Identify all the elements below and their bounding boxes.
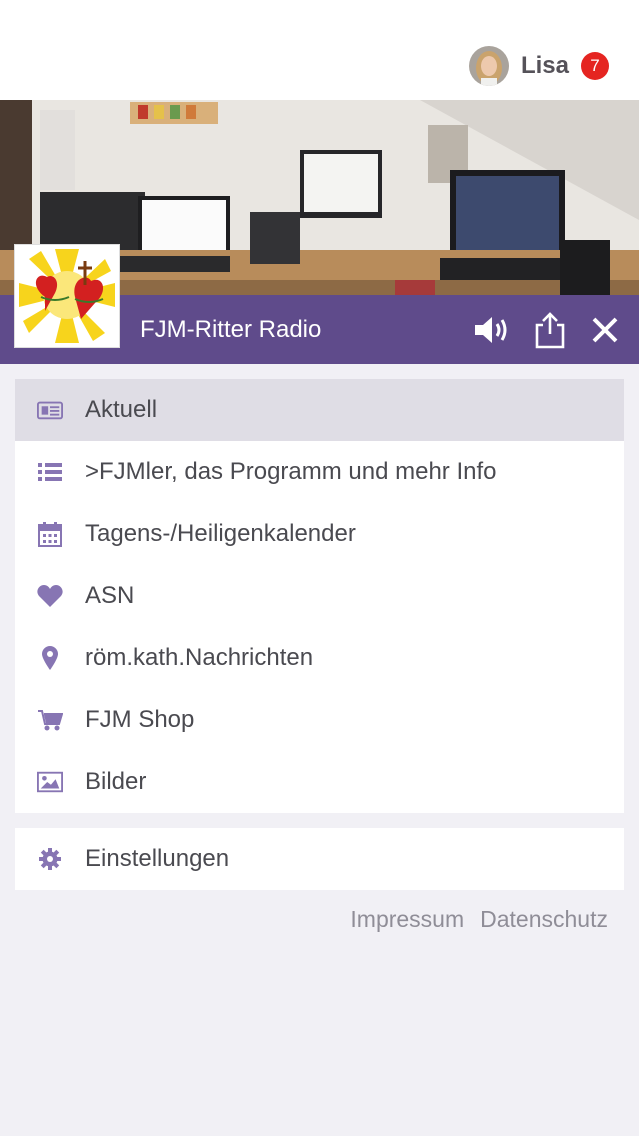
map-pin-icon <box>37 645 63 671</box>
speaker-icon <box>475 317 507 343</box>
volume-button[interactable] <box>472 309 514 351</box>
cart-icon <box>37 707 63 733</box>
top-bar: Lisa 7 <box>0 0 639 100</box>
calendar-icon <box>37 521 63 547</box>
impressum-link[interactable]: Impressum <box>350 906 464 933</box>
close-button[interactable] <box>584 309 626 351</box>
menu-item-aktuell[interactable]: Aktuell <box>15 379 624 441</box>
footer-links: Impressum Datenschutz <box>350 906 608 933</box>
menu-item-shop[interactable]: FJM Shop <box>15 689 624 751</box>
gear-icon <box>37 846 63 872</box>
main-menu: Aktuell >FJMler, das Programm und mehr I… <box>15 379 624 813</box>
menu-item-kalender[interactable]: Tagens-/Heiligenkalender <box>15 503 624 565</box>
station-title: FJM-Ritter Radio <box>140 316 322 343</box>
avatar[interactable] <box>468 46 509 86</box>
image-icon <box>37 769 63 795</box>
user-name[interactable]: Lisa <box>521 52 569 80</box>
settings-menu: Einstellungen <box>15 828 624 890</box>
heart-icon <box>37 583 63 609</box>
menu-item-nachrichten[interactable]: röm.kath.Nachrichten <box>15 627 624 689</box>
menu-item-label: Aktuell <box>85 396 158 423</box>
menu-item-einstellungen[interactable]: Einstellungen <box>15 828 624 890</box>
station-logo <box>14 244 120 348</box>
menu-item-label: röm.kath.Nachrichten <box>85 644 314 671</box>
list-icon <box>37 459 63 485</box>
menu-item-label: >FJMler, das Programm und mehr Info <box>85 458 497 485</box>
menu-item-label: Bilder <box>85 768 147 795</box>
close-icon <box>592 317 618 343</box>
user-profile[interactable]: Lisa 7 <box>468 46 609 86</box>
share-icon <box>535 312 565 349</box>
notification-badge[interactable]: 7 <box>581 52 609 80</box>
menu-item-bilder[interactable]: Bilder <box>15 751 624 813</box>
newspaper-icon <box>37 397 63 423</box>
menu-item-label: Einstellungen <box>85 845 230 872</box>
share-button[interactable] <box>529 309 571 351</box>
datenschutz-link[interactable]: Datenschutz <box>480 906 608 933</box>
menu-item-label: FJM Shop <box>85 706 195 733</box>
menu-item-programm[interactable]: >FJMler, das Programm und mehr Info <box>15 441 624 503</box>
menu-item-asn[interactable]: ASN <box>15 565 624 627</box>
menu-item-label: ASN <box>85 582 135 609</box>
menu-item-label: Tagens-/Heiligenkalender <box>85 520 356 547</box>
